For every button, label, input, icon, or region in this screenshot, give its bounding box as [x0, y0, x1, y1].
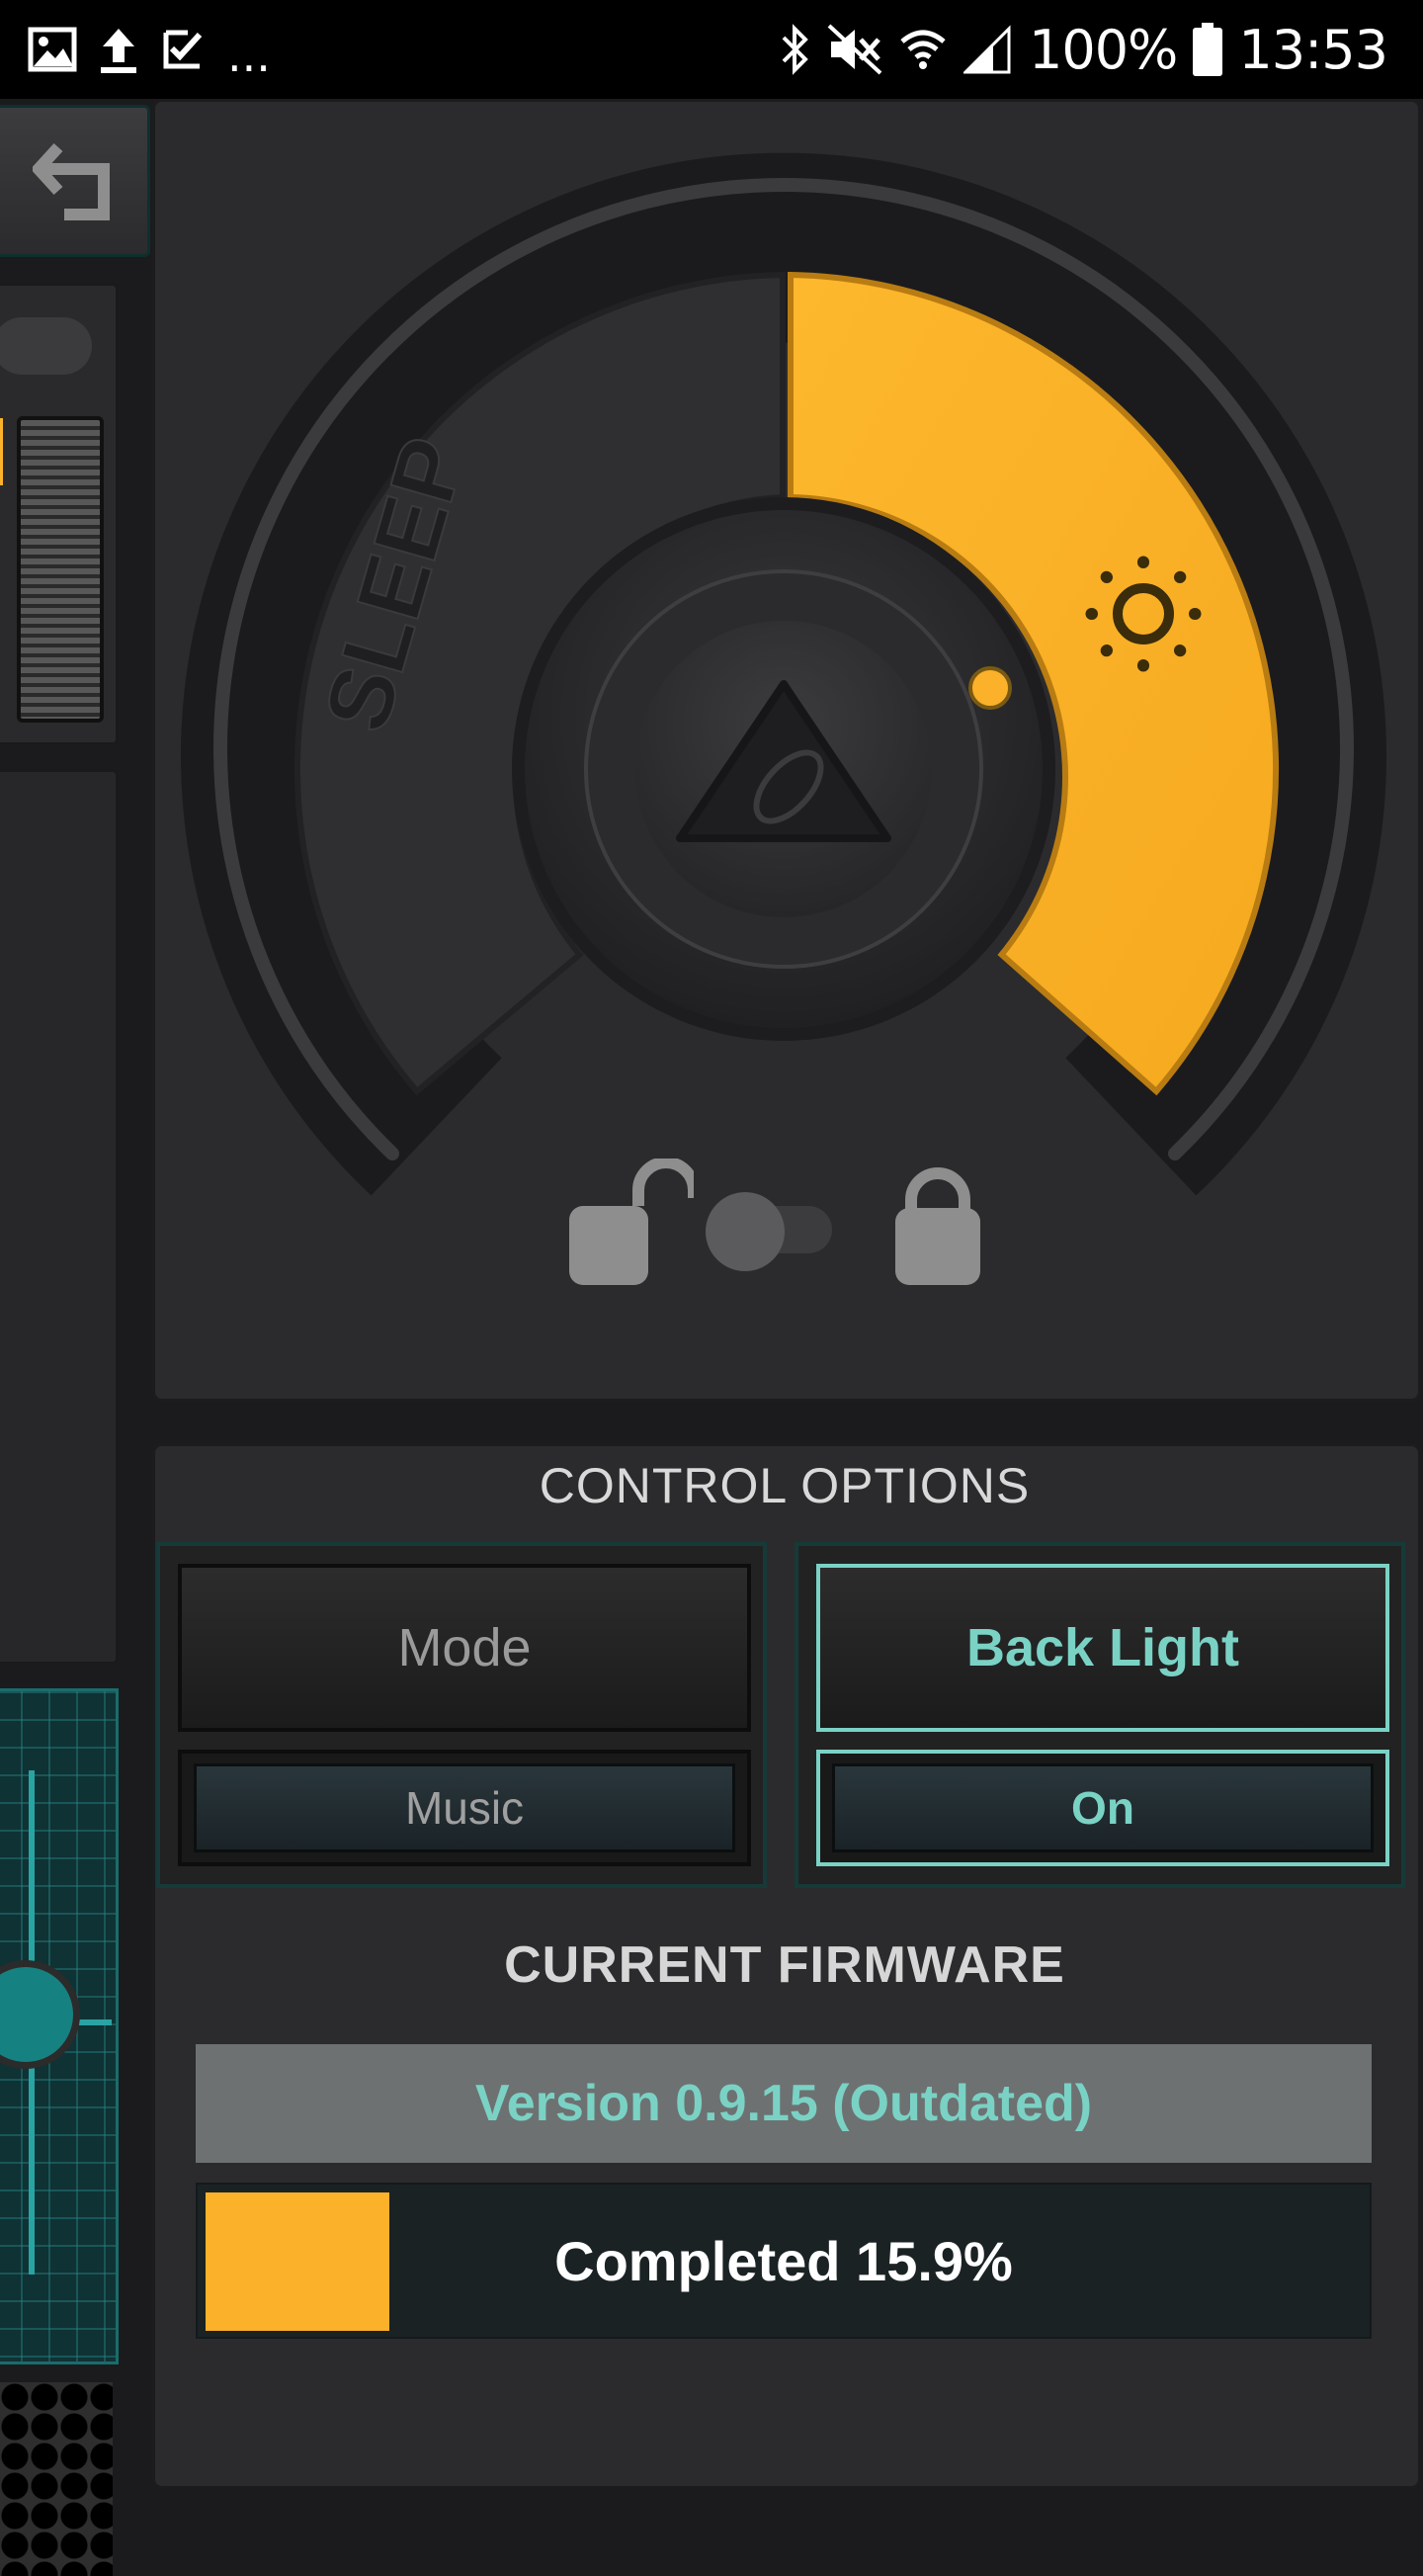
- mode-option-group: Mode Music: [156, 1542, 767, 1888]
- firmware-title: CURRENT FIRMWARE: [0, 1935, 1423, 1995]
- mode-value-button[interactable]: Music: [194, 1763, 735, 1852]
- backlight-option-group: Back Light On: [795, 1542, 1405, 1888]
- backlight-button[interactable]: Back Light: [816, 1564, 1389, 1732]
- knob-indicator-dot: [970, 668, 1010, 708]
- lock-switch-thumb: [706, 1192, 785, 1271]
- control-options-title: CONTROL OPTIONS: [0, 1457, 1423, 1514]
- left-grid-pad[interactable]: [0, 1688, 119, 2364]
- firmware-progress-bar: Completed 15.9%: [196, 2183, 1372, 2339]
- firmware-version[interactable]: Version 0.9.15 (Outdated): [196, 2044, 1372, 2163]
- backlight-value-button[interactable]: On: [832, 1763, 1374, 1852]
- mode-value-frame: Music: [178, 1750, 751, 1866]
- lock-toggle-row: [569, 1159, 984, 1287]
- lock-switch[interactable]: [706, 1192, 834, 1255]
- mode-button[interactable]: Mode: [178, 1564, 751, 1732]
- speaker-grille: [0, 2382, 113, 2576]
- unlock-icon: [569, 1159, 694, 1287]
- lock-icon: [895, 1162, 980, 1285]
- firmware-progress-text: Completed 15.9%: [198, 2185, 1370, 2337]
- backlight-value-frame: On: [816, 1750, 1389, 1866]
